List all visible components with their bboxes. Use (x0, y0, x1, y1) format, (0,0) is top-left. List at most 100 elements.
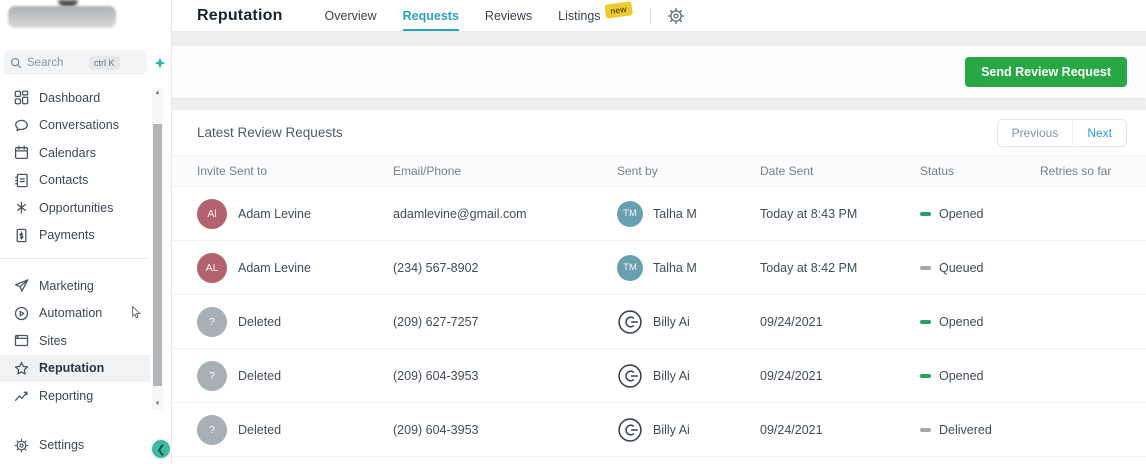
reputation-settings-button[interactable] (667, 7, 685, 25)
sidebar-item-reputation[interactable]: Reputation (0, 355, 150, 383)
avatar: ? (197, 415, 227, 445)
actions-toolbar: Send Review Request (172, 46, 1146, 98)
avatar: ? (197, 307, 227, 337)
date-sent: Today at 8:43 PM (760, 207, 857, 221)
table-row: ? Deleted (209) 627-7257 Billy Ai 09/24/… (172, 295, 1146, 349)
next-page-button[interactable]: Next (1073, 120, 1126, 146)
send-review-request-button[interactable]: Send Review Request (965, 57, 1127, 87)
sidebar-item-label: Automation (39, 306, 102, 320)
tab-listings[interactable]: Listings new (558, 0, 632, 31)
sidebar-collapse-button[interactable]: ❮ (150, 438, 172, 460)
status-indicator (920, 374, 931, 378)
sidebar-item-calendars[interactable]: Calendars (0, 139, 150, 167)
table-body: Al Adam Levine adamlevine@gmail.com TM T… (172, 187, 1146, 457)
sidebar-item-label: Reporting (39, 389, 93, 403)
sidebar-item-label: Sites (39, 334, 67, 348)
tab-label: Overview (325, 9, 377, 23)
calendars-icon (14, 145, 29, 160)
bot-icon (617, 309, 643, 335)
contact-value: (209) 627-7257 (393, 315, 478, 329)
opportunities-icon (14, 200, 29, 215)
sent-by-avatar: TM (617, 255, 643, 281)
sidebar-item-settings[interactable]: Settings (0, 432, 150, 460)
shortcut-badge: ctrl K (89, 56, 120, 70)
sidebar-item-label: Settings (39, 438, 84, 452)
previous-page-button[interactable]: Previous (998, 120, 1074, 146)
invite-name: Deleted (238, 369, 281, 383)
sidebar-nav-top: Dashboard Conversations Calendars Contac… (0, 84, 150, 249)
page-title: Reputation (197, 7, 283, 25)
tab-bar: Overview Requests Reviews Listings new (325, 0, 633, 31)
status-label: Opened (939, 315, 983, 329)
header-divider (650, 8, 651, 24)
contact-value: (209) 604-3953 (393, 423, 478, 437)
sidebar-item-payments[interactable]: Payments (0, 222, 150, 250)
table-row: ? Deleted (209) 604-3953 Billy Ai 09/24/… (172, 349, 1146, 403)
sidebar-scrollbar[interactable]: ▲ ▼ (152, 88, 163, 410)
sent-by-name: Talha M (653, 207, 697, 221)
avatar: Al (197, 199, 227, 229)
table-row: AL Adam Levine (234) 567-8902 TM Talha M… (172, 241, 1146, 295)
status-indicator (920, 266, 931, 270)
search-field[interactable] (27, 57, 89, 69)
reporting-icon (14, 388, 29, 403)
payments-icon (14, 228, 29, 243)
invite-name: Deleted (238, 423, 281, 437)
sidebar-item-conversations[interactable]: Conversations (0, 112, 150, 140)
reputation-icon (14, 361, 29, 376)
gear-icon (14, 438, 29, 453)
scroll-up-arrow[interactable]: ▲ (152, 88, 163, 99)
scrollbar-thumb[interactable] (153, 124, 162, 386)
sidebar: ctrl K Dashboard Conversations Calendars… (0, 0, 172, 464)
sent-by-avatar: TM (617, 201, 643, 227)
avatar: ? (197, 361, 227, 391)
sidebar-item-label: Conversations (39, 118, 119, 132)
sidebar-item-opportunities[interactable]: Opportunities (0, 194, 150, 222)
status-label: Opened (939, 369, 983, 383)
column-header: Invite Sent to (197, 164, 393, 178)
marketing-icon (14, 278, 29, 293)
date-sent: 09/24/2021 (760, 369, 823, 383)
bot-icon (617, 363, 643, 389)
bot-icon (617, 417, 643, 443)
sidebar-item-reporting[interactable]: Reporting (0, 382, 150, 410)
sidebar-item-contacts[interactable]: Contacts (0, 167, 150, 195)
scroll-down-arrow[interactable]: ▼ (152, 399, 163, 410)
sidebar-item-sites[interactable]: Sites (0, 327, 150, 355)
status-indicator (920, 212, 931, 216)
sidebar-item-label: Calendars (39, 146, 96, 160)
status-label: Opened (939, 207, 983, 221)
sites-icon (14, 333, 29, 348)
table-row: Al Adam Levine adamlevine@gmail.com TM T… (172, 187, 1146, 241)
sent-by-name: Billy Ai (653, 423, 690, 437)
sidebar-item-label: Dashboard (39, 91, 100, 105)
card-title: Latest Review Requests (197, 125, 343, 140)
column-header: Sent by (617, 164, 760, 178)
new-badge: new (604, 1, 632, 19)
sidebar-item-label: Reputation (39, 361, 104, 375)
tab-requests[interactable]: Requests (403, 0, 459, 31)
top-navigation-bar: Reputation Overview Requests Reviews Lis… (172, 0, 1146, 32)
sent-by-name: Talha M (653, 261, 697, 275)
ai-sparkle-icon[interactable] (154, 57, 166, 69)
sidebar-divider (0, 258, 150, 259)
status-label: Delivered (939, 423, 992, 437)
gear-icon (667, 7, 685, 25)
sidebar-item-dashboard[interactable]: Dashboard (0, 84, 150, 112)
page-content: Send Review Request Latest Review Reques… (172, 32, 1146, 464)
date-sent: 09/24/2021 (760, 423, 823, 437)
sent-by-name: Billy Ai (653, 369, 690, 383)
status-indicator (920, 428, 931, 432)
table-row: ? Deleted (209) 604-3953 Billy Ai 09/24/… (172, 403, 1146, 457)
tab-reviews[interactable]: Reviews (485, 0, 532, 31)
sidebar-item-label: Opportunities (39, 201, 113, 215)
contact-value: (234) 567-8902 (393, 261, 478, 275)
search-input[interactable]: ctrl K (4, 50, 147, 75)
dashboard-icon (14, 90, 29, 105)
sidebar-item-marketing[interactable]: Marketing (0, 272, 150, 300)
tab-label: Reviews (485, 9, 532, 23)
invite-name: Adam Levine (238, 207, 311, 221)
tab-overview[interactable]: Overview (325, 0, 377, 31)
pagination: Previous Next (997, 119, 1127, 147)
date-sent: Today at 8:42 PM (760, 261, 857, 275)
